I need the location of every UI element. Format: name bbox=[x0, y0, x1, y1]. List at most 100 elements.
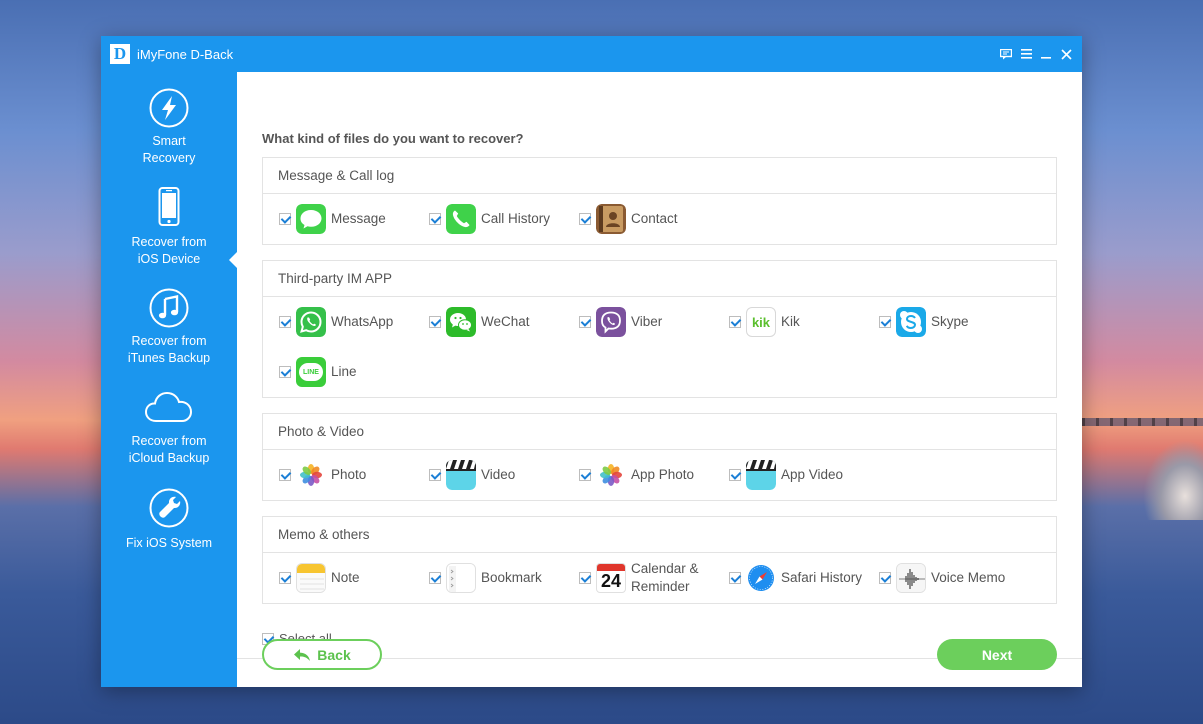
checkbox[interactable] bbox=[729, 572, 741, 584]
line-logo-text: LINE bbox=[303, 368, 319, 376]
checkbox[interactable] bbox=[279, 316, 291, 328]
option-safari-history[interactable]: Safari History bbox=[729, 553, 862, 603]
voice-memo-icon bbox=[896, 563, 926, 593]
option-message[interactable]: Message bbox=[279, 194, 386, 244]
option-label: Message bbox=[331, 211, 386, 226]
section-title: Third-party IM APP bbox=[263, 261, 1056, 297]
checkbox[interactable] bbox=[579, 213, 591, 225]
video-clapper-icon bbox=[446, 460, 476, 490]
back-button[interactable]: Back bbox=[262, 639, 382, 670]
skype-icon bbox=[896, 307, 926, 337]
menu-icon bbox=[1020, 49, 1032, 59]
window-controls bbox=[996, 36, 1076, 72]
music-note-icon bbox=[149, 288, 189, 328]
option-whatsapp[interactable]: WhatsApp bbox=[279, 297, 393, 347]
sidebar-item-ios-device[interactable]: Recover from iOS Device bbox=[101, 186, 237, 286]
minimize-button[interactable] bbox=[1036, 44, 1056, 64]
section-row: WhatsApp WeChat Viber kik Kik Skype bbox=[263, 297, 1056, 347]
calendar-header bbox=[597, 564, 625, 571]
phone-icon bbox=[446, 204, 476, 234]
lightning-icon bbox=[149, 88, 189, 128]
option-label: Line bbox=[331, 364, 357, 379]
checkbox[interactable] bbox=[279, 366, 291, 378]
line-icon: LINE bbox=[296, 357, 326, 387]
sidebar-item-label: Fix iOS System bbox=[125, 536, 213, 550]
checkbox[interactable] bbox=[279, 213, 291, 225]
checkbox[interactable] bbox=[579, 316, 591, 328]
checkbox[interactable] bbox=[579, 469, 591, 481]
app-window: D iMyFone D-Back Smart Recovery Recover … bbox=[101, 36, 1082, 687]
feedback-button[interactable] bbox=[996, 44, 1016, 64]
wrench-icon bbox=[149, 488, 189, 528]
checkbox[interactable] bbox=[879, 572, 891, 584]
option-calendar-reminder[interactable]: 24 Calendar & Reminder bbox=[579, 553, 699, 603]
section-third-party-im: Third-party IM APP WhatsApp WeChat Viber… bbox=[262, 260, 1057, 398]
checkbox[interactable] bbox=[579, 572, 591, 584]
feedback-icon bbox=[1000, 48, 1012, 59]
line-logo: LINE bbox=[299, 363, 323, 381]
section-row: Message Call History Contact bbox=[263, 194, 1056, 244]
option-label: Call History bbox=[481, 211, 551, 226]
checkbox[interactable] bbox=[729, 469, 741, 481]
option-app-video[interactable]: App Video bbox=[729, 450, 843, 500]
kik-logo-text: kik bbox=[751, 314, 771, 330]
sidebar-item-label: Smart Recovery bbox=[142, 134, 196, 165]
minimize-icon bbox=[1041, 57, 1051, 59]
option-bookmark[interactable]: Bookmark bbox=[429, 553, 542, 603]
option-kik[interactable]: kik Kik bbox=[729, 297, 800, 347]
contacts-icon bbox=[596, 204, 626, 234]
viber-icon bbox=[596, 307, 626, 337]
option-label: App Video bbox=[781, 467, 844, 482]
sidebar-item-label: Recover from iCloud Backup bbox=[128, 434, 210, 465]
back-arrow-icon bbox=[294, 648, 311, 661]
option-contact[interactable]: Contact bbox=[579, 194, 678, 244]
photos-icon bbox=[296, 460, 326, 490]
checkbox[interactable] bbox=[429, 469, 441, 481]
option-app-photo[interactable]: App Photo bbox=[579, 450, 694, 500]
wallpaper-rocks bbox=[1143, 440, 1203, 520]
checkbox[interactable] bbox=[279, 469, 291, 481]
whatsapp-icon bbox=[296, 307, 326, 337]
option-photo[interactable]: Photo bbox=[279, 450, 366, 500]
option-label: Safari History bbox=[781, 570, 863, 585]
checkbox[interactable] bbox=[879, 316, 891, 328]
sidebar: Smart Recovery Recover from iOS Device R… bbox=[101, 72, 237, 687]
option-label: App Photo bbox=[631, 467, 695, 482]
notes-icon bbox=[296, 563, 326, 593]
sidebar-item-itunes-backup[interactable]: Recover from iTunes Backup bbox=[101, 287, 237, 387]
checkbox[interactable] bbox=[429, 572, 441, 584]
checkbox[interactable] bbox=[429, 213, 441, 225]
sidebar-item-smart-recovery[interactable]: Smart Recovery bbox=[101, 87, 237, 187]
option-voice-memo[interactable]: Voice Memo bbox=[879, 553, 1005, 603]
option-viber[interactable]: Viber bbox=[579, 297, 662, 347]
option-label: Note bbox=[331, 570, 360, 585]
option-label: Contact bbox=[631, 211, 678, 226]
menu-button[interactable] bbox=[1016, 44, 1036, 64]
kik-icon: kik bbox=[746, 307, 776, 337]
option-video[interactable]: Video bbox=[429, 450, 515, 500]
main-panel: What kind of files do you want to recove… bbox=[237, 72, 1082, 687]
section-title: Photo & Video bbox=[263, 414, 1056, 450]
option-note[interactable]: Note bbox=[279, 553, 360, 603]
close-button[interactable] bbox=[1056, 44, 1076, 64]
active-indicator bbox=[229, 252, 237, 268]
next-button[interactable]: Next bbox=[937, 639, 1057, 670]
option-line[interactable]: LINE Line bbox=[279, 347, 357, 397]
sidebar-item-fix-ios-system[interactable]: Fix iOS System bbox=[101, 487, 237, 587]
option-skype[interactable]: Skype bbox=[879, 297, 969, 347]
checkbox[interactable] bbox=[729, 316, 741, 328]
checkbox[interactable] bbox=[429, 316, 441, 328]
title-bar: D iMyFone D-Back bbox=[101, 36, 1082, 72]
option-label: Photo bbox=[331, 467, 367, 482]
sidebar-item-icloud-backup[interactable]: Recover from iCloud Backup bbox=[101, 387, 237, 487]
close-icon bbox=[1060, 48, 1072, 60]
app-logo: D bbox=[110, 44, 130, 64]
section-row: LINE Line bbox=[263, 347, 1056, 397]
option-wechat[interactable]: WeChat bbox=[429, 297, 530, 347]
checkbox[interactable] bbox=[279, 572, 291, 584]
section-photo-video: Photo & Video Photo Video App Photo App … bbox=[262, 413, 1057, 501]
sidebar-item-label: Recover from iTunes Backup bbox=[127, 334, 211, 365]
option-call-history[interactable]: Call History bbox=[429, 194, 550, 244]
safari-compass-icon bbox=[746, 563, 776, 593]
section-memo-others: Memo & others Note Bookmark 24 Calendar … bbox=[262, 516, 1057, 604]
